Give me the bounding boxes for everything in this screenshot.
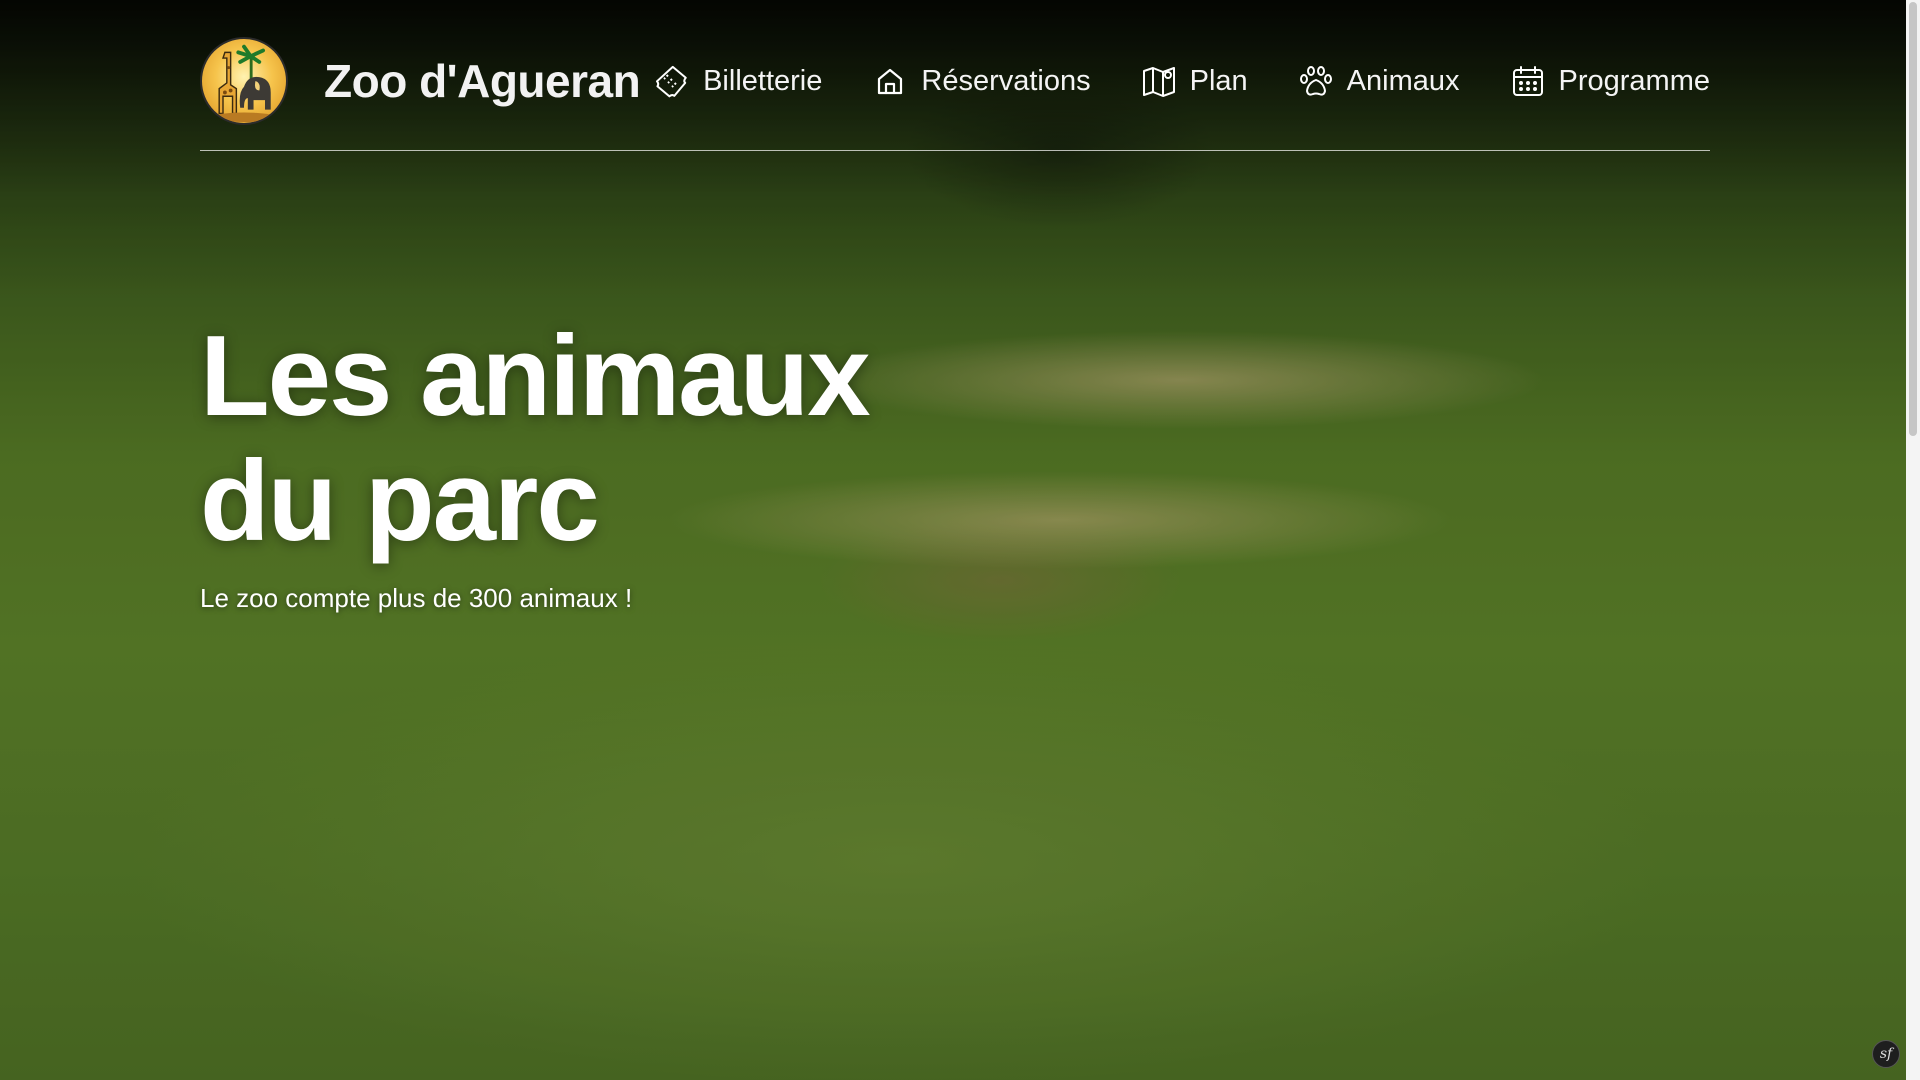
nav-label: Programme <box>1558 64 1711 97</box>
scrollbar-thumb[interactable] <box>1909 2 1917 436</box>
nav-label: Réservations <box>921 64 1091 97</box>
page-scrollbar[interactable] <box>1906 0 1920 1080</box>
page-title: Les animaux du parc <box>200 313 871 566</box>
nav-plan[interactable]: Plan <box>1141 63 1248 99</box>
calendar-icon <box>1510 63 1546 99</box>
page-title-line-2: du parc <box>200 438 600 566</box>
nav-label: Plan <box>1189 64 1248 97</box>
nav-reservations[interactable]: Réservations <box>872 63 1091 99</box>
nav-label: Animaux <box>1346 64 1460 97</box>
nav-programme[interactable]: Programme <box>1510 63 1711 99</box>
map-icon <box>1141 63 1177 99</box>
nav-animaux[interactable]: Animaux <box>1298 63 1460 99</box>
site-header: Zoo d'Agueran Billetterie Réservations P… <box>200 37 1710 151</box>
symfony-toolbar-badge[interactable]: sf <box>1872 1040 1900 1068</box>
main-navigation: Billetterie Réservations Plan Animaux Pr… <box>654 56 1710 106</box>
nav-label: Billetterie <box>703 64 823 97</box>
paw-icon <box>1298 63 1334 99</box>
home-link[interactable]: Zoo d'Agueran <box>200 37 641 125</box>
zoo-logo <box>200 37 288 125</box>
page-subtitle: Le zoo compte plus de 300 animaux ! <box>200 583 633 613</box>
nav-billetterie[interactable]: Billetterie <box>654 63 822 99</box>
ticket-icon <box>654 63 690 99</box>
page-title-line-1: Les animaux <box>200 313 871 440</box>
home-icon <box>872 63 908 99</box>
site-title: Zoo d'Agueran <box>324 55 641 107</box>
